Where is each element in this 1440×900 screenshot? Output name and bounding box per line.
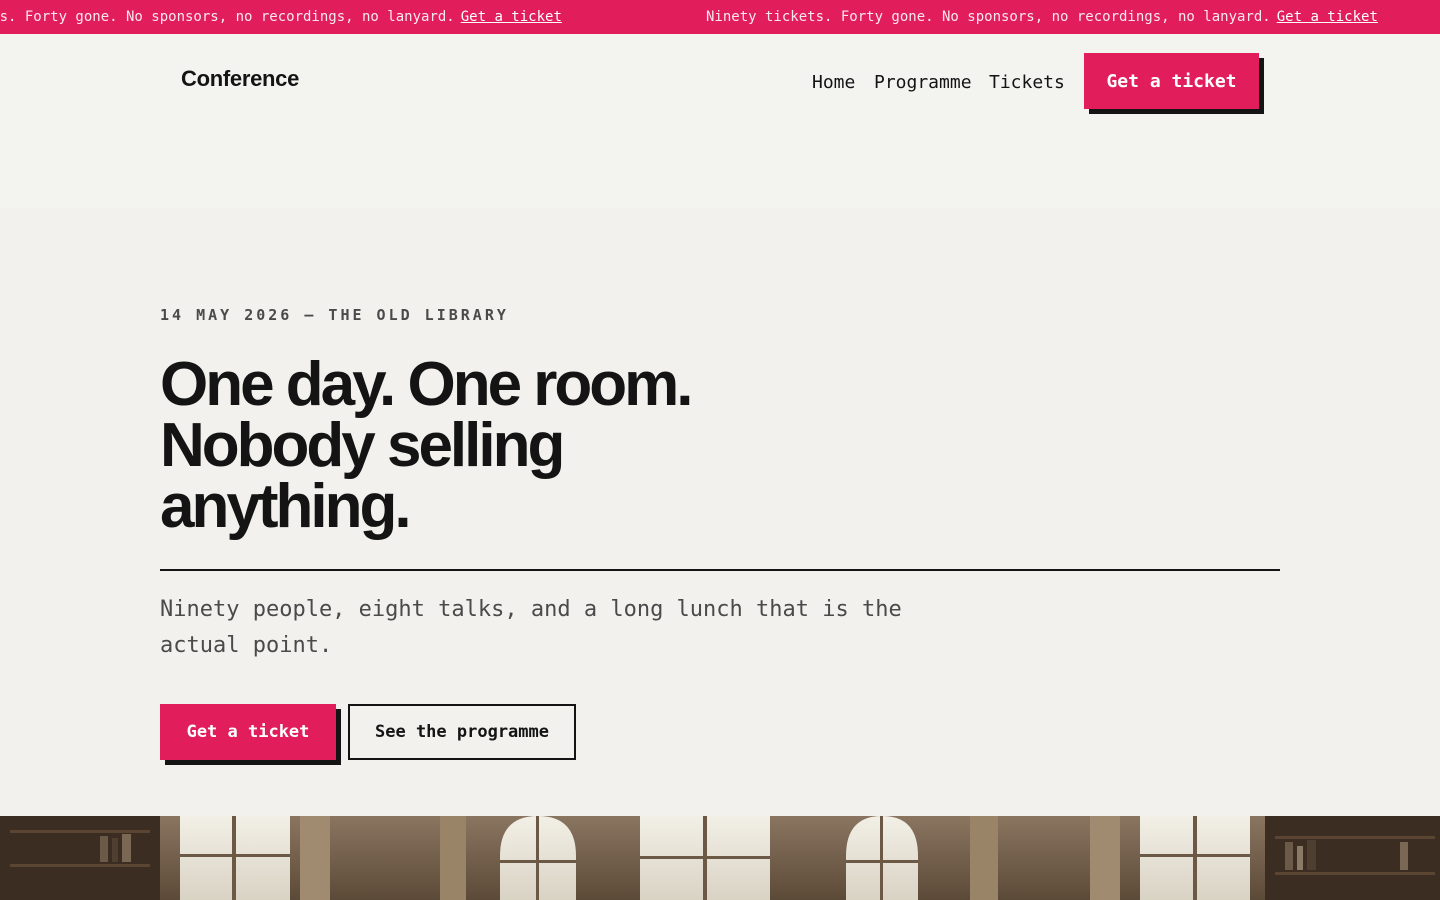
announcement-ticker: Ninety tickets. Forty gone. No sponsors,… — [0, 0, 1440, 34]
ticker-segment: Ninety tickets. Forty gone. No sponsors,… — [0, 0, 562, 34]
library-photo — [0, 816, 1440, 900]
ticker-message: Ninety tickets. Forty gone. No sponsors,… — [706, 9, 1271, 25]
ticker-ticket-link[interactable]: Get a ticket — [461, 9, 562, 25]
hero-divider — [160, 569, 1280, 571]
nav-tickets[interactable]: Tickets — [989, 72, 1065, 93]
hero-headline: One day. One room. Nobody selling anythi… — [160, 350, 694, 541]
nav-home[interactable]: Home — [812, 72, 855, 93]
ticker-segment: Ninety tickets. Forty gone. No sponsors,… — [706, 0, 1378, 34]
get-ticket-button[interactable]: Get a ticket — [160, 704, 336, 760]
hero-lede: Ninety people, eight talks, and a long l… — [160, 597, 902, 658]
nav-programme[interactable]: Programme — [874, 72, 972, 93]
event-date-venue: 14 MAY 2026 — THE OLD LIBRARY — [160, 306, 509, 324]
library-photo-illustration — [0, 816, 1440, 900]
ticker-track: Ninety tickets. Forty gone. No sponsors,… — [0, 0, 1440, 34]
site-logo[interactable]: Conference — [181, 66, 299, 92]
ticker-ticket-link[interactable]: Get a ticket — [1277, 9, 1378, 25]
see-programme-button[interactable]: See the programme — [348, 704, 576, 760]
ticker-message: Ninety tickets. Forty gone. No sponsors,… — [0, 9, 455, 25]
header-get-ticket-button[interactable]: Get a ticket — [1084, 53, 1259, 109]
